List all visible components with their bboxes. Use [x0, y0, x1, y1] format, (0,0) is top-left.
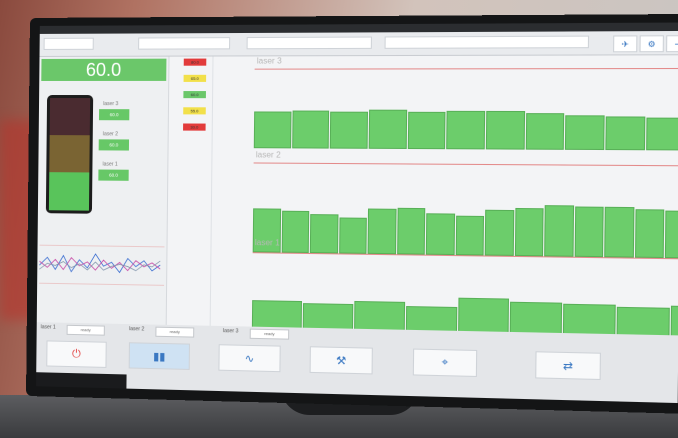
windows-taskbar	[36, 372, 127, 389]
stack-segment-middle	[49, 135, 90, 173]
level-bar	[604, 207, 634, 258]
transfer-icon[interactable]: ⇄	[535, 351, 601, 381]
stack-segment-bottom	[48, 172, 90, 211]
level-bar	[291, 110, 330, 149]
threshold-badge: 80.0	[183, 58, 207, 66]
toolbar: ✈ ⚙ ⇥	[39, 30, 678, 57]
bar-group-laser-2	[252, 181, 678, 259]
toolbar-field-3[interactable]	[246, 36, 372, 50]
level-bar	[664, 210, 678, 259]
status-label: laser 1	[40, 324, 56, 331]
exit-icon[interactable]: ⇥	[666, 35, 678, 53]
status-value: ready	[155, 326, 195, 338]
level-bar	[544, 205, 574, 257]
limit-line	[253, 162, 678, 167]
threshold-badge: 65.0	[183, 74, 207, 82]
limit-line	[40, 245, 165, 247]
level-bar	[368, 109, 407, 149]
main-bar-area: laser 3 laser 2 laser 1	[211, 55, 678, 353]
trend-mini-chart	[39, 235, 165, 297]
status-label: laser 2	[129, 326, 145, 333]
stack-segment-top	[49, 98, 91, 136]
level-bar	[455, 215, 485, 256]
bar-group-laser-3	[253, 87, 678, 151]
level-bar	[446, 111, 486, 150]
toolbar-field-1[interactable]	[43, 37, 94, 50]
laser-label: laser 3	[103, 101, 119, 108]
section-title: laser 1	[254, 237, 280, 248]
level-bar	[367, 208, 397, 255]
wave-icon[interactable]: ∿	[218, 344, 281, 373]
power-icon[interactable]: ⏻	[46, 340, 107, 368]
level-bar	[396, 207, 426, 255]
laser-label: laser 1	[102, 161, 118, 168]
level-bar	[645, 117, 678, 151]
level-bar	[407, 111, 446, 150]
level-bar	[565, 115, 605, 151]
threshold-badge: 60.0	[183, 91, 206, 99]
section-title: laser 3	[256, 56, 282, 66]
level-bar	[338, 217, 367, 254]
toolbar-field-2[interactable]	[138, 37, 231, 50]
bars-icon[interactable]: ▮▮	[128, 342, 190, 370]
level-bar	[309, 213, 338, 254]
level-bar	[525, 112, 565, 150]
settings-icon[interactable]: ⚙	[639, 35, 664, 53]
plane-icon[interactable]: ✈	[613, 35, 638, 53]
level-bar	[514, 207, 544, 257]
limit-line	[39, 283, 164, 285]
limit-line	[254, 67, 678, 70]
threshold-column: 80.0 65.0 60.0 55.0 30.0	[172, 56, 214, 326]
level-bar	[485, 111, 525, 150]
status-value: ready	[66, 324, 105, 336]
laser-value-pill: 60.0	[98, 169, 129, 181]
level-bar	[281, 211, 310, 253]
trend-line-blue	[39, 253, 160, 273]
laser-value-pill: 60.0	[98, 139, 130, 151]
section-title: laser 2	[255, 150, 281, 160]
location-icon[interactable]: ⌖	[412, 348, 478, 377]
monitor: ✈ ⚙ ⇥ 60.0 laser 3 60.0 laser 2 60.0 las…	[26, 13, 678, 414]
level-bar	[425, 213, 455, 256]
status-value: ready	[249, 328, 290, 340]
level-bar	[574, 206, 604, 258]
status-label: laser 3	[222, 328, 239, 335]
laser-stack-illustration	[45, 95, 94, 214]
screen: ✈ ⚙ ⇥ 60.0 laser 3 60.0 laser 2 60.0 las…	[36, 22, 678, 404]
level-bar	[330, 111, 368, 149]
toolbar-field-4[interactable]	[384, 35, 590, 49]
laser-value-pill: 60.0	[98, 109, 130, 121]
left-panel: 60.0 laser 3 60.0 laser 2 60.0 laser 1 6…	[36, 56, 170, 325]
level-bar	[605, 116, 645, 151]
level-bar	[634, 208, 665, 259]
level-bar	[253, 111, 292, 149]
level-bar	[484, 209, 514, 256]
bottom-bar: laser 1 ready laser 2 ready laser 3 read…	[36, 322, 678, 404]
current-value-display: 60.0	[41, 58, 167, 81]
laser-label: laser 2	[102, 131, 119, 138]
threshold-badge: 30.0	[183, 123, 206, 131]
tools-icon[interactable]: ⚒	[309, 346, 373, 375]
threshold-badge: 55.0	[183, 107, 206, 115]
